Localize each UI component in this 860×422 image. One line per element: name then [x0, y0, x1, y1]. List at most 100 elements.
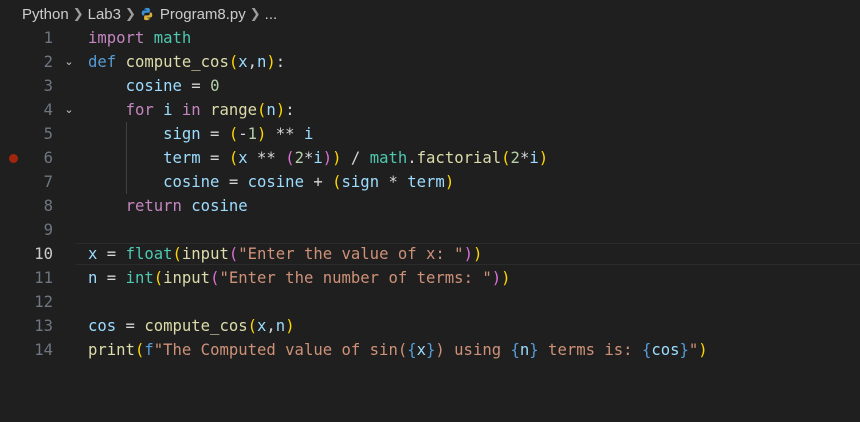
- code-line[interactable]: 8 return cosine: [0, 194, 860, 218]
- breadcrumb-item-file[interactable]: Program8.py: [140, 6, 246, 23]
- code-text: def compute_cos(x,n):: [88, 50, 285, 74]
- code-line[interactable]: 5 sign = (-1) ** i: [0, 122, 860, 146]
- code-line[interactable]: 7 cosine = cosine + (sign * term): [0, 170, 860, 194]
- code-token: def: [88, 53, 117, 71]
- code-token: .: [407, 149, 417, 167]
- code-token: {: [407, 341, 417, 359]
- code-line[interactable]: 4 ⌄ for i in range(n):: [0, 98, 860, 122]
- breadcrumb-item-lab3[interactable]: Lab3: [88, 6, 121, 23]
- code-token: x: [88, 245, 98, 263]
- python-icon: [141, 7, 153, 20]
- code-token: cos: [651, 341, 680, 359]
- code-token: term: [407, 173, 445, 191]
- code-token: (: [134, 341, 145, 359]
- code-text: n = int(input("Enter the number of terms…: [88, 266, 511, 290]
- code-token: i: [163, 101, 173, 119]
- code-text: x = float(input("Enter the value of x: "…: [88, 242, 482, 266]
- line-number: 8: [43, 197, 53, 215]
- code-token: 2: [294, 149, 304, 167]
- code-token: :: [275, 53, 286, 71]
- line-number: 2: [43, 53, 53, 71]
- code-token: =: [181, 77, 211, 95]
- breadcrumb-item-symbols[interactable]: ...: [265, 6, 278, 23]
- line-number: 9: [43, 221, 53, 239]
- line-number: 13: [34, 317, 53, 335]
- line-number: 10: [34, 245, 53, 263]
- code-token: (: [228, 125, 239, 143]
- code-token: ): [538, 149, 549, 167]
- code-token: }: [679, 341, 689, 359]
- code-token: input: [181, 245, 229, 263]
- code-token: }: [529, 341, 539, 359]
- code-line[interactable]: 12: [0, 290, 860, 314]
- code-line[interactable]: 6 term = (x ** (2*i)) / math.factorial(2…: [0, 146, 860, 170]
- indent-guide: [126, 122, 128, 194]
- code-text: cosine = cosine + (sign * term): [88, 170, 454, 194]
- code-token: +: [303, 173, 333, 191]
- code-token: cosine: [163, 173, 220, 191]
- code-token: sign: [341, 173, 380, 191]
- code-token: return: [125, 197, 182, 215]
- code-line[interactable]: 3 cosine = 0: [0, 74, 860, 98]
- code-token: **: [247, 149, 286, 167]
- code-line[interactable]: 11 n = int(input("Enter the number of ter…: [0, 266, 860, 290]
- code-token: term: [163, 149, 201, 167]
- code-token: 1: [247, 125, 258, 143]
- line-number: 11: [34, 269, 53, 287]
- chevron-down-icon[interactable]: ⌄: [62, 98, 76, 122]
- code-token: (: [332, 173, 342, 191]
- code-token: cos: [88, 317, 117, 335]
- chevron-right-icon: ❯: [124, 6, 136, 21]
- code-token: x: [238, 149, 248, 167]
- code-token: *: [303, 149, 314, 167]
- chevron-right-icon: ❯: [249, 6, 261, 21]
- code-token: n: [275, 317, 286, 335]
- code-token: ): [322, 149, 333, 167]
- code-token: sign: [163, 125, 201, 143]
- code-text: sign = (-1) ** i: [88, 122, 313, 146]
- code-token: terms is:: [538, 341, 642, 359]
- line-number: 4: [43, 101, 53, 119]
- code-token: cosine: [125, 77, 182, 95]
- code-line[interactable]: 2 ⌄ def compute_cos(x,n):: [0, 50, 860, 74]
- code-token: input: [163, 269, 211, 287]
- code-token: math: [369, 149, 408, 167]
- code-line[interactable]: 13 cos = compute_cos(x,n): [0, 314, 860, 338]
- code-token: (: [228, 245, 239, 263]
- code-text: cos = compute_cos(x,n): [88, 314, 295, 338]
- code-line[interactable]: 10 x = float(input("Enter the value of x:…: [0, 242, 860, 266]
- code-token: ": [688, 341, 699, 359]
- code-text: cosine = 0: [88, 74, 220, 98]
- code-token: ): [275, 101, 286, 119]
- chevron-down-icon[interactable]: ⌄: [62, 50, 76, 74]
- code-line[interactable]: 9: [0, 218, 860, 242]
- code-token: {: [510, 341, 520, 359]
- code-token: (: [257, 101, 267, 119]
- line-number: 12: [34, 293, 53, 311]
- code-token: cosine: [247, 173, 304, 191]
- code-token: f: [144, 341, 154, 359]
- code-token: =: [200, 125, 229, 143]
- code-area[interactable]: 1 import math 2 ⌄ def compute_cos(x,n): 3 cos…: [0, 26, 860, 362]
- code-token: =: [97, 245, 126, 263]
- line-number: 6: [43, 149, 53, 167]
- code-token: =: [97, 269, 126, 287]
- code-line[interactable]: 14 print(f"The Computed value of sin({x})…: [0, 338, 860, 362]
- code-line[interactable]: 1 import math: [0, 26, 860, 50]
- code-token: import: [88, 29, 145, 47]
- breadcrumb-item-python[interactable]: Python: [22, 6, 69, 23]
- code-token: math: [153, 29, 192, 47]
- code-text: term = (x ** (2*i)) / math.factorial(2*i…: [88, 146, 548, 170]
- code-token: n: [519, 341, 530, 359]
- code-token: ): [266, 53, 276, 71]
- line-number: 14: [34, 341, 53, 359]
- code-editor[interactable]: Python ❯ Lab3 ❯ Program8.py ❯ ... 1 impor…: [0, 0, 860, 422]
- code-token: float: [125, 245, 173, 263]
- code-token: ): [257, 125, 267, 143]
- code-token: *: [379, 173, 408, 191]
- code-token: /: [341, 149, 370, 167]
